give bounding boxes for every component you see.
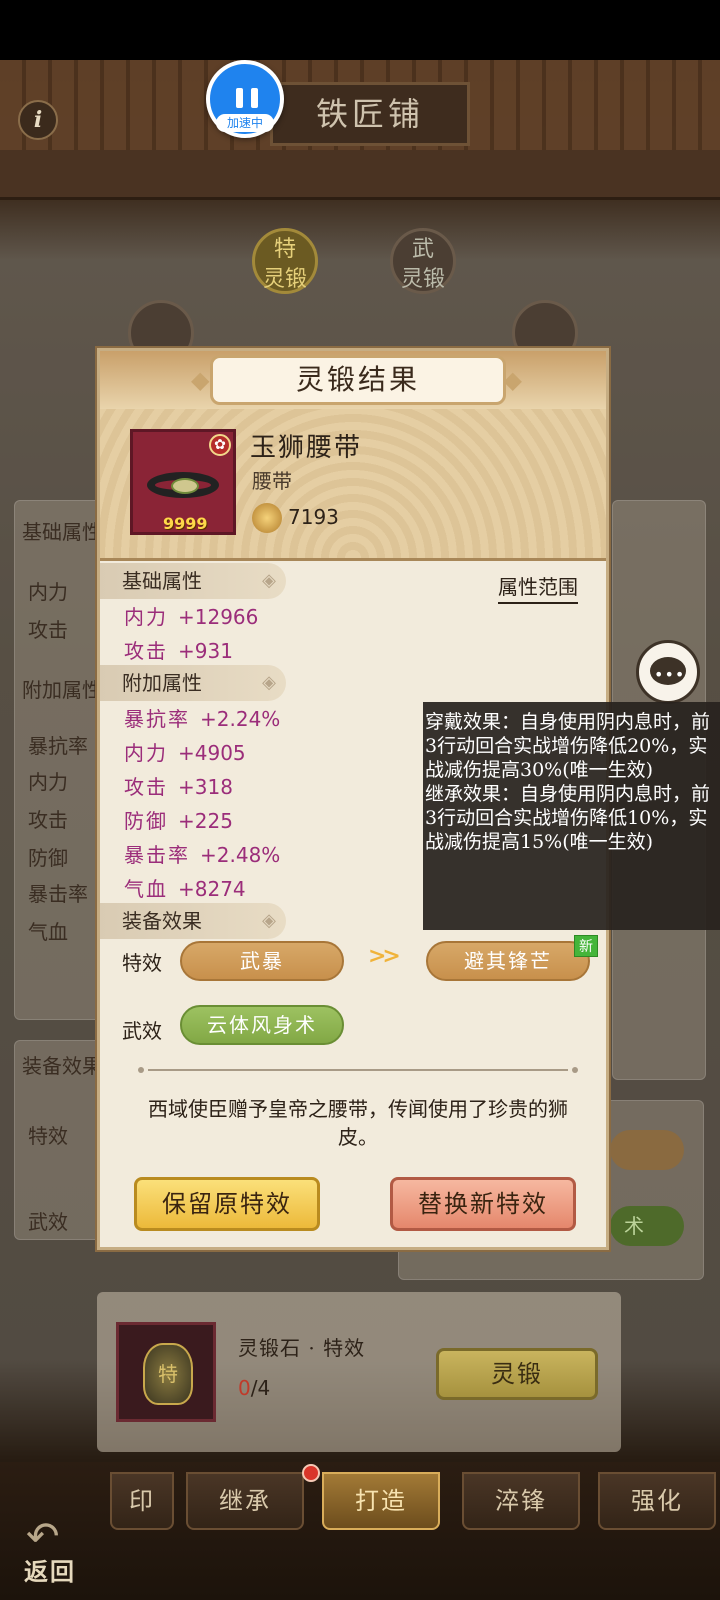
info-icon[interactable]: i [18,100,58,140]
special-effect-old[interactable]: 武暴 [180,941,344,981]
power-icon [252,503,282,533]
attribute-range-link[interactable]: 属性范围 [498,571,578,604]
bg-extra-attrs: 附加属性 [22,678,102,702]
item-count: 9999 [163,514,208,533]
chat-button[interactable]: ••• [636,640,700,704]
power-value: 7193 [288,505,339,529]
keep-original-effect-button[interactable]: 保留原特效 [134,1177,320,1231]
extra-stat-row: 气血 +8274 [124,877,246,901]
back-button[interactable]: ↶ 返回 [18,1514,94,1590]
extra-stat-row: 内力 +4905 [124,741,246,765]
notification-dot [302,1464,320,1482]
back-label: 返回 [24,1557,76,1586]
speed-up-button[interactable]: 加速中 [206,60,284,138]
item-icon-frame[interactable]: ✿ 9999 [130,429,236,535]
divider [138,1067,578,1073]
bg-base-attrs: 基础属性 [22,520,102,544]
tab-martial-forge[interactable]: 武 灵锻 [390,228,456,294]
status-bar [0,0,720,60]
bg-extra-stat: 气血 [28,920,68,944]
bg-extra-stat: 暴击率 [28,882,88,906]
bg-equip-effects: 装备效果 [22,1054,102,1078]
tab-special-forge[interactable]: 特 灵锻 [252,228,318,294]
extra-attrs-header: 附加属性 [100,665,286,701]
page-title: 铁匠铺 [270,82,470,146]
extra-stat-row: 暴击率 +2.48% [124,843,281,867]
effect-tooltip: 穿戴效果：自身使用阴内息时，前3行动回合实战增伤降低20%，实战减伤提高30%(… [423,702,720,930]
bg-martial-label: 武效 [28,1210,68,1234]
base-stat-row: 内力 +12966 [124,605,259,629]
bg-special-label: 特效 [28,1124,68,1148]
material-current: 0 [238,1376,251,1400]
material-slot[interactable]: 特 [116,1322,216,1422]
bg-pill-green: 术 [610,1206,684,1246]
bg-base-stat: 攻击 [28,618,68,642]
bg-extra-stat: 防御 [28,846,68,870]
wear-effect-text: 穿戴效果：自身使用阴内息时，前3行动回合实战增伤降低20%，实战减伤提高30%(… [425,711,711,781]
tab-enhance[interactable]: 强化 [598,1472,716,1530]
material-count: 0/4 [238,1376,270,1400]
material-name: 灵锻石 · 特效 [238,1336,366,1360]
jade-lion-gem-icon [171,478,199,494]
martial-effect-value[interactable]: 云体风身术 [180,1005,344,1045]
pause-icon [236,88,258,108]
tab-seal[interactable]: 印 [110,1472,174,1530]
forge-button[interactable]: 灵锻 [436,1348,598,1400]
bg-extra-stat: 暴抗率 [28,734,88,758]
beam-decoration [0,150,720,200]
martial-effect-label: 武效 [122,1019,162,1043]
dialog-title: 灵锻结果 [191,355,525,405]
tab-temper[interactable]: 淬锋 [462,1472,580,1530]
extra-stat-row: 防御 +225 [124,809,233,833]
special-effect-new[interactable]: 避其锋芒 [426,941,590,981]
tab-inherit[interactable]: 继承 [186,1472,304,1530]
extra-stat-row: 暴抗率 +2.24% [124,707,281,731]
forge-stone-icon: 特 [143,1343,193,1405]
bg-base-stat: 内力 [28,580,68,604]
item-name: 玉狮腰带 [250,433,363,463]
chat-dots: ••• [654,665,686,684]
tab-craft[interactable]: 打造 [322,1472,440,1530]
flower-badge-icon: ✿ [209,434,231,456]
special-effect-label: 特效 [122,951,162,975]
extra-stat-row: 攻击 +318 [124,775,233,799]
bg-extra-stat: 内力 [28,770,68,794]
base-stat-row: 攻击 +931 [124,639,233,663]
material-total: /4 [250,1376,271,1400]
item-description: 西域使臣赠予皇帝之腰带，传闻使用了珍贵的狮皮。 [148,1097,568,1149]
bg-extra-stat: 攻击 [28,808,68,832]
new-badge: 新 [574,935,598,957]
replace-new-effect-button[interactable]: 替换新特效 [390,1177,576,1231]
bg-pill-gold [610,1130,684,1170]
inherit-effect-text: 继承效果：自身使用阴内息时，前3行动回合实战增伤降低10%，实战减伤提高15%(… [425,783,711,853]
item-type: 腰带 [252,469,292,493]
arrow-right-icon: >> [368,943,401,969]
base-attrs-header: 基础属性 [100,563,286,599]
speed-label: 加速中 [216,114,274,132]
equip-effects-header: 装备效果 [100,903,286,939]
